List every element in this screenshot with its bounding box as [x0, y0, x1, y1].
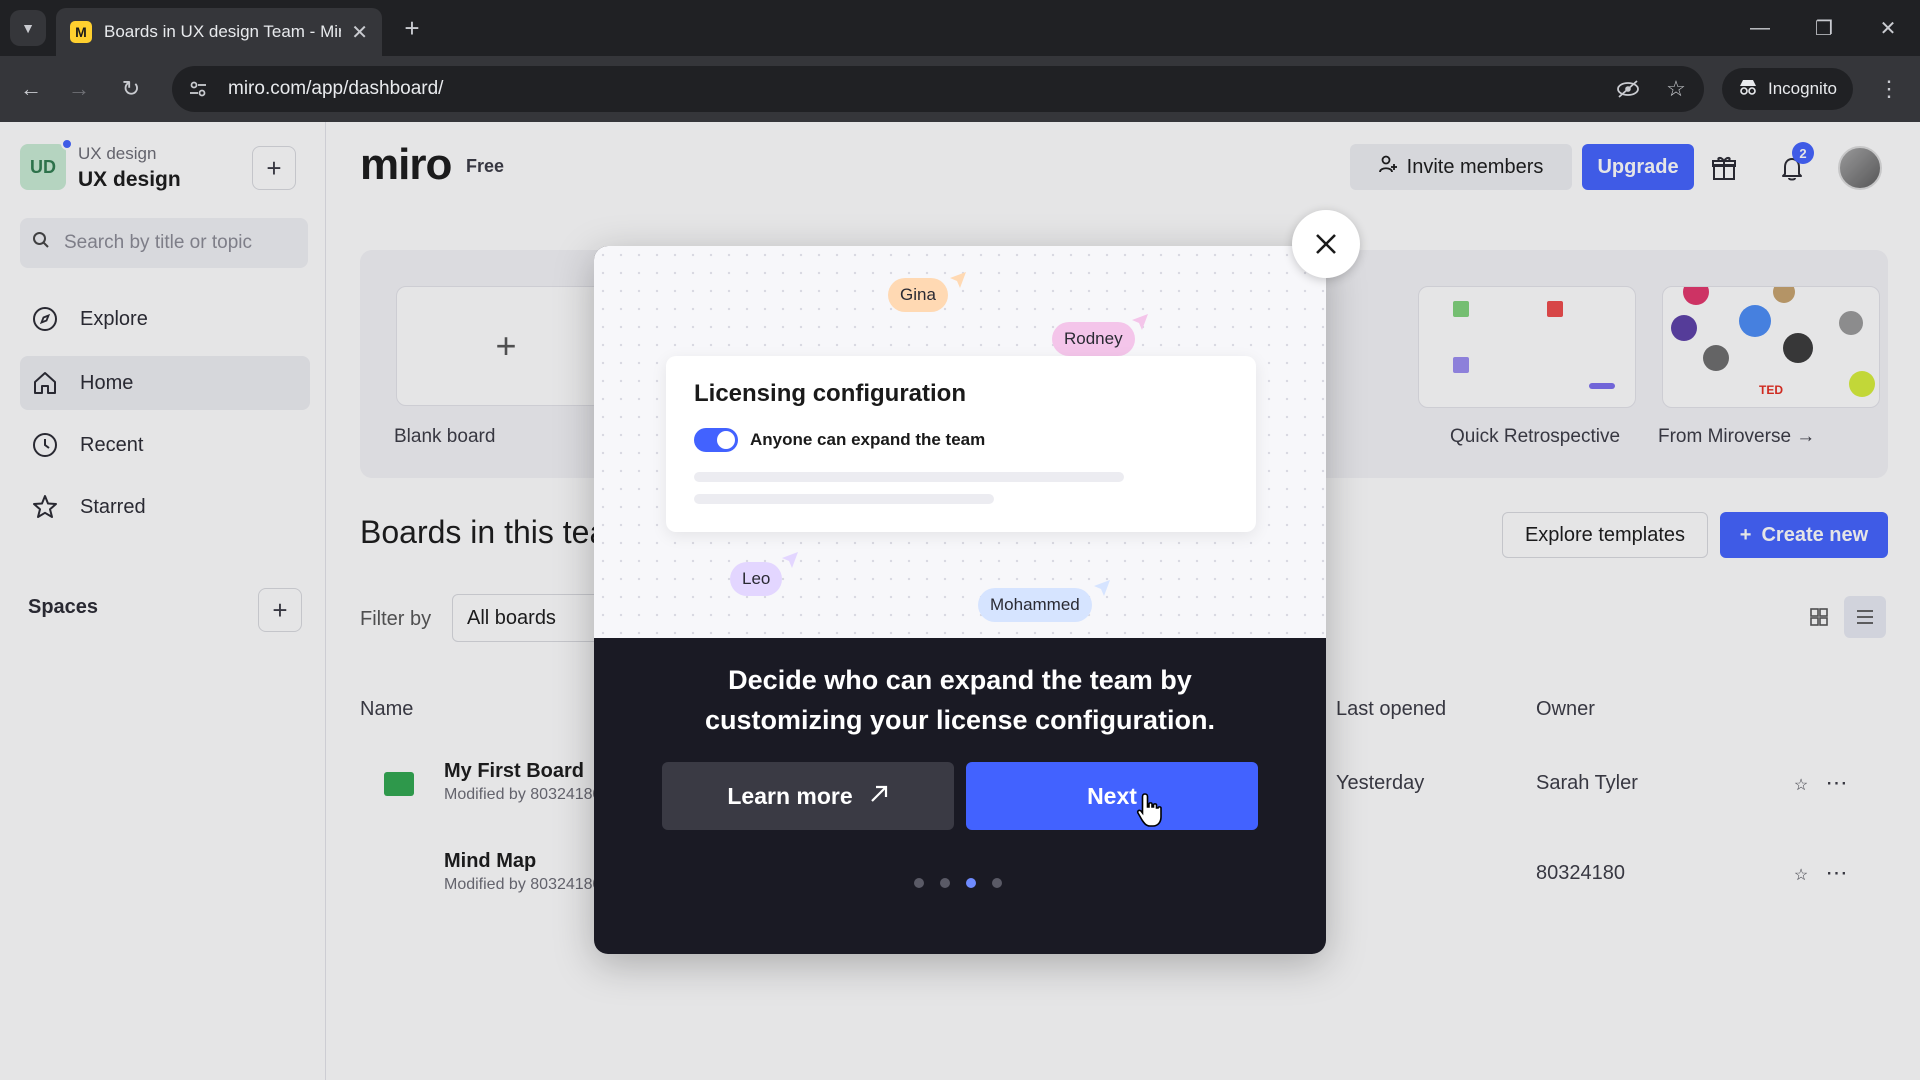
browser-menu-icon[interactable]: ⋮: [1872, 70, 1906, 108]
next-button[interactable]: Next: [966, 762, 1258, 830]
reload-icon[interactable]: ↻: [112, 70, 150, 108]
modal-close-button[interactable]: [1292, 210, 1360, 278]
toggle-label: Anyone can expand the team: [750, 430, 986, 449]
placeholder-line: [694, 494, 994, 504]
new-tab-icon[interactable]: +: [396, 12, 428, 44]
collaborator-tag-rodney: Rodney: [1052, 322, 1135, 356]
restore-icon[interactable]: ❐: [1804, 10, 1844, 46]
miro-favicon-icon: M: [70, 21, 92, 43]
browser-tab[interactable]: M Boards in UX design Team - Miro ✕: [56, 8, 382, 56]
url-text: miro.com/app/dashboard/: [228, 78, 444, 99]
forward-icon[interactable]: →: [60, 70, 98, 108]
collaborator-cursor-icon: [950, 272, 966, 288]
incognito-label: Incognito: [1768, 79, 1837, 98]
collaborator-tag-gina: Gina: [888, 278, 948, 312]
site-info-icon[interactable]: [178, 69, 218, 109]
learn-more-button[interactable]: Learn more: [662, 762, 954, 830]
pager-dot[interactable]: [914, 878, 924, 888]
modal-illustration: Gina Rodney Licensing configuration Anyo…: [594, 246, 1326, 638]
tracking-protection-icon[interactable]: [1608, 69, 1648, 109]
learn-more-label: Learn more: [727, 782, 853, 809]
pointer-hand-cursor-icon: [1136, 793, 1162, 827]
close-icon: [1316, 234, 1336, 254]
browser-tab-bar: ▼ M Boards in UX design Team - Miro ✕ + …: [0, 0, 1920, 56]
pager-dot[interactable]: [992, 878, 1002, 888]
collaborator-tag-mohammed: Mohammed: [978, 588, 1092, 622]
back-icon[interactable]: ←: [12, 70, 50, 108]
minimize-icon[interactable]: —: [1740, 10, 1780, 46]
pager-dot[interactable]: [940, 878, 950, 888]
external-link-icon: [869, 783, 889, 810]
collaborator-cursor-icon: [1094, 580, 1110, 596]
window-close-icon[interactable]: ✕: [1868, 10, 1908, 46]
collaborator-cursor-icon: [782, 552, 798, 568]
bookmark-star-icon[interactable]: ☆: [1656, 69, 1696, 109]
collaborator-tag-leo: Leo: [730, 562, 783, 596]
modal-message: Decide who can expand the team by custom…: [704, 665, 1216, 735]
licensing-config-card: Licensing configuration Anyone can expan…: [666, 356, 1256, 532]
tab-close-icon[interactable]: ✕: [351, 20, 368, 45]
tab-title: Boards in UX design Team - Miro: [104, 22, 342, 41]
config-card-title: Licensing configuration: [694, 380, 967, 407]
collaborator-cursor-icon: [1132, 314, 1148, 330]
incognito-indicator[interactable]: Incognito: [1722, 68, 1853, 110]
browser-toolbar: ← → ↻ miro.com/app/dashboard/ ☆ Incognit…: [0, 56, 1920, 122]
pager-dot-active[interactable]: [966, 878, 976, 888]
tab-search-dropdown-icon[interactable]: ▼: [10, 10, 46, 46]
placeholder-line: [694, 472, 1124, 482]
incognito-icon: [1738, 78, 1758, 101]
expand-team-toggle: [694, 428, 738, 452]
address-bar[interactable]: miro.com/app/dashboard/ ☆: [172, 66, 1704, 112]
onboarding-modal: Gina Rodney Licensing configuration Anyo…: [594, 246, 1326, 954]
